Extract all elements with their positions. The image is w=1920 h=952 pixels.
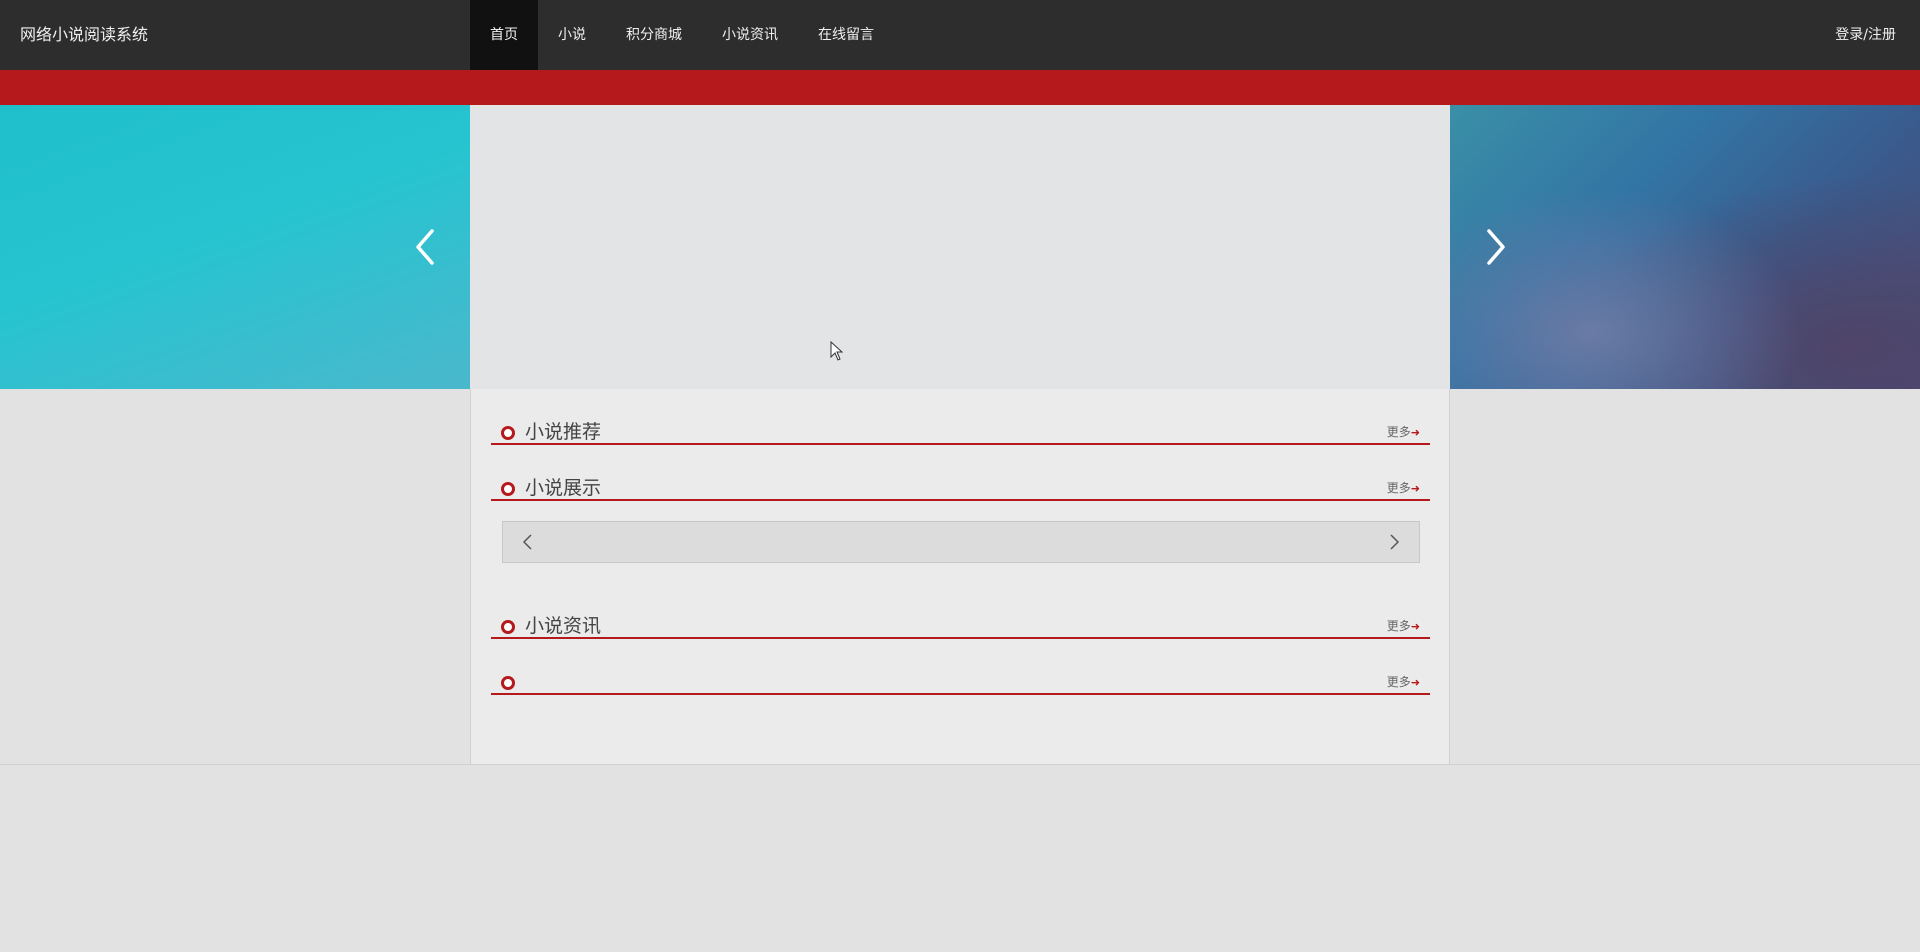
bullet-circle-icon bbox=[501, 482, 515, 496]
arrow-right-icon: ➜ bbox=[1410, 482, 1420, 495]
nav-item-messages[interactable]: 在线留言 bbox=[798, 0, 894, 70]
mouse-cursor-icon bbox=[830, 340, 844, 361]
banner-slide-prev bbox=[0, 105, 470, 389]
nav-item-home[interactable]: 首页 bbox=[470, 0, 538, 70]
chevron-right-icon[interactable] bbox=[1475, 227, 1515, 267]
main-content: 小说推荐 更多➜ 小说展示 更多➜ 小说资讯 更多➜ 更多➜ bbox=[470, 389, 1450, 765]
section-title: 小说展示 bbox=[525, 477, 602, 499]
more-link[interactable]: 更多➜ bbox=[1387, 423, 1420, 442]
banner-slide-next bbox=[1450, 105, 1920, 389]
carousel-prev-icon[interactable] bbox=[518, 532, 538, 552]
more-link[interactable]: 更多➜ bbox=[1387, 673, 1420, 692]
nav-item-points-mall[interactable]: 积分商城 bbox=[606, 0, 702, 70]
more-link[interactable]: 更多➜ bbox=[1387, 479, 1420, 498]
section-title: 小说推荐 bbox=[525, 421, 602, 443]
chevron-left-icon[interactable] bbox=[406, 227, 446, 267]
login-register-link[interactable]: 登录/注册 bbox=[1835, 0, 1896, 70]
arrow-right-icon: ➜ bbox=[1410, 426, 1420, 439]
carousel-next-icon[interactable] bbox=[1384, 532, 1404, 552]
footer-divider bbox=[0, 764, 1920, 765]
nav-item-novel-news[interactable]: 小说资讯 bbox=[702, 0, 798, 70]
main-nav: 首页 小说 积分商城 小说资讯 在线留言 bbox=[470, 0, 894, 70]
novel-display-carousel bbox=[502, 521, 1420, 563]
section-untitled: 更多➜ bbox=[491, 653, 1430, 695]
section-title: 小说资讯 bbox=[525, 615, 602, 637]
bullet-circle-icon bbox=[501, 676, 515, 690]
section-novel-display: 小说展示 更多➜ bbox=[491, 459, 1430, 501]
accent-bar bbox=[0, 70, 1920, 105]
top-navbar: 网络小说阅读系统 首页 小说 积分商城 小说资讯 在线留言 登录/注册 bbox=[0, 0, 1920, 70]
section-novel-news: 小说资讯 更多➜ bbox=[491, 597, 1430, 639]
nav-item-novels[interactable]: 小说 bbox=[538, 0, 606, 70]
site-brand[interactable]: 网络小说阅读系统 bbox=[20, 0, 148, 70]
banner-carousel bbox=[0, 105, 1920, 389]
arrow-right-icon: ➜ bbox=[1410, 676, 1420, 689]
bullet-circle-icon bbox=[501, 426, 515, 440]
bullet-circle-icon bbox=[501, 620, 515, 634]
more-link[interactable]: 更多➜ bbox=[1387, 617, 1420, 636]
section-novel-recommend: 小说推荐 更多➜ bbox=[491, 403, 1430, 445]
arrow-right-icon: ➜ bbox=[1410, 620, 1420, 633]
banner-slide-current[interactable] bbox=[470, 105, 1450, 389]
